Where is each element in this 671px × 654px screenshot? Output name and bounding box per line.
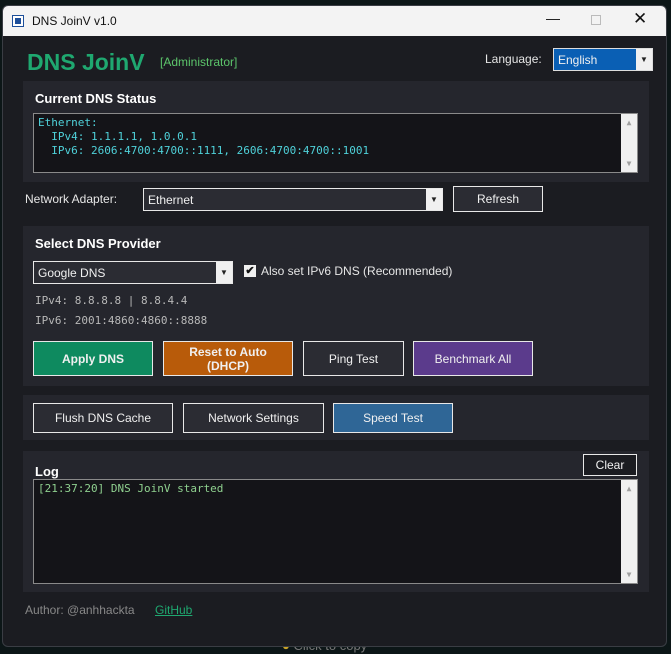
provider-panel: Select DNS Provider Google DNS ▼ ✔ Also … (23, 226, 649, 386)
network-settings-button[interactable]: Network Settings (183, 403, 324, 433)
close-button[interactable]: ✕ (633, 9, 647, 29)
chevron-down-icon: ▼ (636, 49, 652, 70)
author-text: Author: @anhhackta (25, 603, 135, 617)
app-icon (12, 15, 24, 27)
dns-status-panel: Current DNS Status Ethernet: IPv4: 1.1.1… (23, 81, 649, 182)
scroll-up-icon[interactable]: ▲ (627, 118, 632, 127)
status-line: IPv4: 1.1.1.1, 1.0.0.1 (38, 130, 197, 143)
language-select[interactable]: English ▼ (553, 48, 653, 71)
github-link[interactable]: GitHub (155, 603, 192, 617)
reset-label-1: Reset to Auto (189, 344, 267, 359)
scrollbar[interactable]: ▲ ▼ (621, 114, 637, 172)
language-value: English (558, 52, 598, 67)
chevron-down-icon: ▼ (426, 189, 442, 210)
ipv6-checkbox[interactable]: ✔ (244, 265, 256, 277)
log-entry: [21:37:20] DNS JoinV started (38, 482, 224, 495)
adapter-value: Ethernet (148, 192, 194, 207)
provider-value: Google DNS (38, 265, 106, 280)
minimize-button[interactable]: — (539, 10, 567, 32)
ping-test-button[interactable]: Ping Test (303, 341, 404, 376)
log-output: [21:37:20] DNS JoinV started ▲ ▼ (33, 479, 638, 584)
app-name: DNS JoinV (27, 49, 145, 75)
log-heading: Log (35, 464, 59, 479)
reset-label-2: (DHCP) (207, 358, 249, 373)
app-window: DNS JoinV v1.0 — ✕ DNS JoinV [Administra… (2, 5, 667, 647)
maximize-button[interactable] (591, 15, 601, 25)
flush-dns-button[interactable]: Flush DNS Cache (33, 403, 173, 433)
log-panel: Log Clear [21:37:20] DNS JoinV started ▲… (23, 451, 649, 592)
status-line: Ethernet: (38, 116, 98, 129)
scroll-up-icon[interactable]: ▲ (627, 484, 632, 493)
reset-dhcp-button[interactable]: Reset to Auto (DHCP) (163, 341, 293, 376)
refresh-button[interactable]: Refresh (453, 186, 543, 212)
tools-panel: Flush DNS Cache Network Settings Speed T… (23, 395, 649, 440)
scrollbar[interactable]: ▲ ▼ (621, 480, 637, 583)
benchmark-button[interactable]: Benchmark All (413, 341, 533, 376)
ipv6-checkbox-label[interactable]: Also set IPv6 DNS (Recommended) (261, 264, 452, 278)
adapter-label: Network Adapter: (25, 192, 118, 206)
scroll-down-icon[interactable]: ▼ (627, 570, 632, 579)
title-bar: DNS JoinV v1.0 — ✕ (3, 6, 666, 36)
clear-log-button[interactable]: Clear (583, 454, 637, 476)
provider-ipv6: IPv6: 2001:4860:4860::8888 (35, 314, 208, 327)
admin-badge: [Administrator] (160, 55, 238, 69)
speed-test-button[interactable]: Speed Test (333, 403, 453, 433)
provider-select[interactable]: Google DNS ▼ (33, 261, 233, 284)
dns-status-heading: Current DNS Status (35, 91, 157, 106)
adapter-select[interactable]: Ethernet ▼ (143, 188, 443, 211)
window-title: DNS JoinV v1.0 (32, 14, 117, 28)
apply-dns-button[interactable]: Apply DNS (33, 341, 153, 376)
chevron-down-icon: ▼ (216, 262, 232, 283)
status-line: IPv6: 2606:4700:4700::1111, 2606:4700:47… (38, 144, 370, 157)
provider-heading: Select DNS Provider (35, 236, 161, 251)
provider-ipv4: IPv4: 8.8.8.8 | 8.8.4.4 (35, 294, 188, 307)
scroll-down-icon[interactable]: ▼ (627, 159, 632, 168)
language-label: Language: (485, 52, 542, 66)
dns-status-text: Ethernet: IPv4: 1.1.1.1, 1.0.0.1 IPv6: 2… (33, 113, 638, 173)
